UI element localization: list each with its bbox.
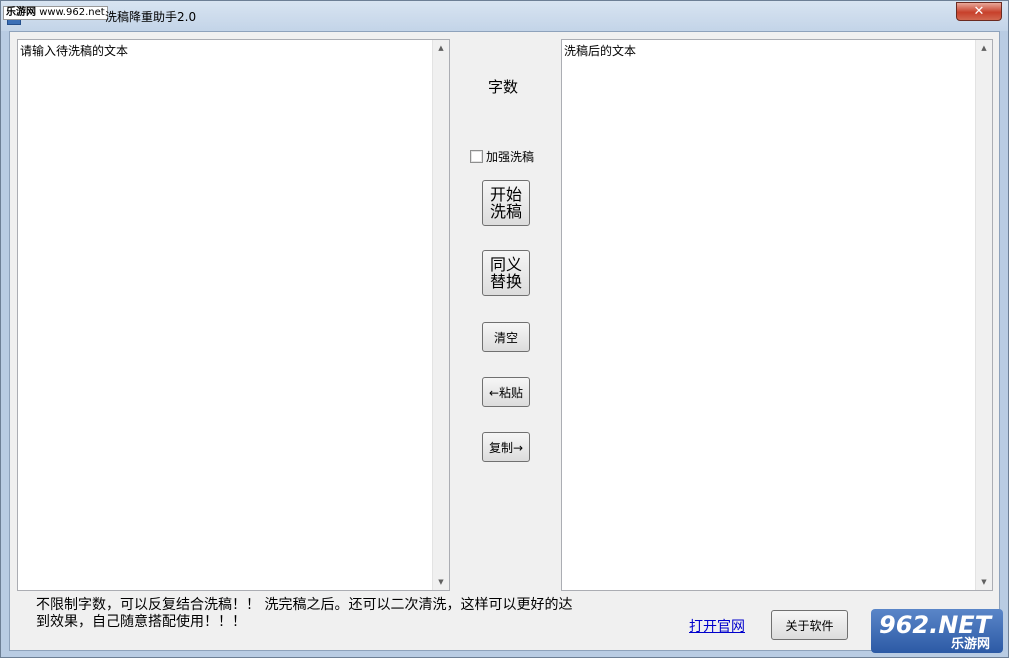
usage-note-line1: 不限制字数，可以反复结合洗稿！！ 洗完稿之后。还可以二次清洗，这样可以更好的达 — [36, 597, 573, 613]
strengthen-checkbox-label[interactable]: 加强洗稿 — [486, 148, 534, 165]
input-text: 请输入待洗稿的文本 — [20, 44, 129, 58]
synonym-button-line1: 同义 — [489, 255, 522, 274]
official-site-link[interactable]: 打开官网 — [689, 616, 745, 636]
strengthen-checkbox-row[interactable]: 加强洗稿 — [470, 148, 534, 164]
watermark-top-left: 乐游网 www.962.net — [3, 6, 108, 20]
close-button[interactable]: ✕ — [956, 2, 1002, 21]
about-software-button[interactable]: 关于软件 — [771, 610, 848, 640]
scroll-down-icon[interactable]: ▼ — [433, 574, 449, 590]
usage-note-line2: 到效果，自己随意搭配使用！！！ — [36, 614, 246, 630]
output-textbox[interactable]: 洗稿后的文本 ▲ ▼ — [561, 39, 993, 591]
word-count-label: 字数 — [488, 78, 519, 96]
title-bar[interactable]: 乐游网 www.962.net 洗稿降重助手2.0 ✕ — [1, 1, 1008, 31]
output-text: 洗稿后的文本 — [564, 44, 637, 58]
app-window: 乐游网 www.962.net 洗稿降重助手2.0 ✕ 请输入待洗稿的文本 ▲ … — [0, 0, 1009, 658]
watermark-url: www.962.net — [39, 7, 105, 18]
start-button-line1: 开始 — [489, 185, 522, 204]
input-textbox[interactable]: 请输入待洗稿的文本 ▲ ▼ — [17, 39, 450, 591]
output-scrollbar[interactable]: ▲ ▼ — [975, 40, 992, 590]
scroll-up-icon[interactable]: ▲ — [976, 40, 992, 56]
paste-button[interactable]: ←粘贴 — [482, 377, 530, 407]
watermark-site-name: 乐游网 — [6, 7, 36, 18]
synonym-replace-button[interactable]: 同义 替换 — [482, 250, 530, 296]
client-area: 请输入待洗稿的文本 ▲ ▼ 字数 加强洗稿 开始 洗稿 同义 替换 清空 ←粘贴… — [9, 31, 1000, 651]
start-button-line2: 洗稿 — [489, 202, 522, 221]
watermark-bottom-right: 962.NET 乐游网 — [871, 609, 1003, 653]
copy-button[interactable]: 复制→ — [482, 432, 530, 462]
scroll-down-icon[interactable]: ▼ — [976, 574, 992, 590]
usage-note: 不限制字数，可以反复结合洗稿！！ 洗完稿之后。还可以二次清洗，这样可以更好的达 … — [36, 597, 656, 631]
input-scrollbar[interactable]: ▲ ▼ — [432, 40, 449, 590]
strengthen-checkbox[interactable] — [470, 149, 483, 163]
scroll-up-icon[interactable]: ▲ — [433, 40, 449, 56]
synonym-button-line2: 替换 — [489, 272, 522, 291]
start-rewrite-button[interactable]: 开始 洗稿 — [482, 180, 530, 226]
clear-button[interactable]: 清空 — [482, 322, 530, 352]
watermark-logo-subtext: 乐游网 — [951, 637, 991, 652]
window-title: 洗稿降重助手2.0 — [105, 10, 197, 24]
